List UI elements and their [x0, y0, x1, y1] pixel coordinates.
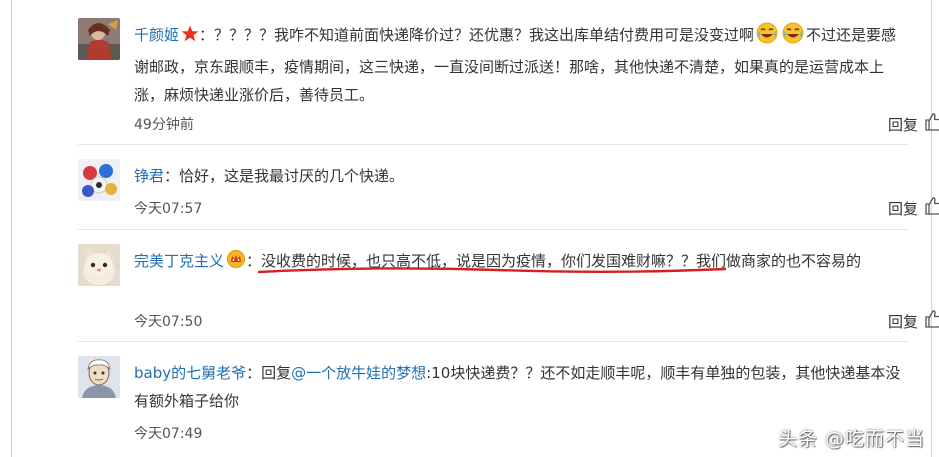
avatar[interactable]	[78, 18, 120, 60]
avatar[interactable]	[78, 159, 120, 201]
username-link[interactable]: 铮君	[134, 167, 164, 185]
username-link[interactable]: baby的七舅老爷	[134, 364, 246, 382]
comment-text: 我们做商家的也不容易的	[696, 252, 862, 270]
comment-text: ？？？？我咋不知道前面快递降价过？还优惠？我这出库单结付费用可是没变过啊	[214, 26, 755, 44]
timestamp: 今天07:49	[134, 426, 203, 442]
separator: ：	[199, 26, 215, 44]
right-border	[931, 0, 932, 457]
comment-meta: 49分钟前 回复	[134, 113, 939, 135]
comment-section: 千颜姬 ：？？？？我咋不知道前面快递降价过？还优惠？我这出库单结付费用可是没变过啊…	[0, 0, 939, 457]
laughing-tears-emoji-icon	[782, 22, 804, 53]
comment-item: 千颜姬 ：？？？？我咋不知道前面快递降价过？还优惠？我这出库单结付费用可是没变过啊…	[78, 0, 939, 145]
comment-item: 完美丁克主义 ：没收费的时候，也只高不低，说是因为疫情，你们发国难财嘛？？ 我们做商…	[78, 230, 939, 342]
comment-text-highlight: 没收费的时候，也只高不低，说是因为疫情，你们发国难财嘛？？	[261, 252, 697, 270]
comment-meta: 今天07:50 回复	[134, 310, 939, 332]
reply-button[interactable]: 回复	[888, 311, 918, 332]
watermark: 头条 @吃而不当	[777, 428, 925, 450]
separator: ：	[246, 364, 262, 382]
mention-link[interactable]: @一个放牛娃的梦想	[291, 364, 426, 382]
comment-body: baby的七舅老爷：回复@一个放牛娃的梦想:10块快递费？？还不如走顺丰呢，顺丰…	[134, 359, 906, 415]
left-border	[11, 0, 12, 457]
red-star-icon	[181, 23, 199, 51]
comment-text: 恰好，这是我最讨厌的几个快递。	[179, 167, 405, 185]
timestamp: 49分钟前	[134, 117, 194, 133]
comment-body: 完美丁克主义 ：没收费的时候，也只高不低，说是因为疫情，你们发国难财嘛？？ 我们做商…	[134, 247, 906, 277]
thumbs-up-icon[interactable]	[924, 196, 939, 220]
thumbs-up-icon[interactable]	[924, 309, 939, 333]
timestamp: 今天07:50	[134, 314, 203, 330]
avatar[interactable]	[78, 356, 120, 398]
username-link[interactable]: 完美丁克主义	[134, 252, 224, 270]
comment-item: 铮君：恰好，这是我最讨厌的几个快递。 今天07:57 回复	[78, 145, 939, 230]
comment-body: 千颜姬 ：？？？？我咋不知道前面快递降价过？还优惠？我这出库单结付费用可是没变过啊…	[134, 21, 906, 109]
username-link[interactable]: 千颜姬	[134, 26, 179, 44]
comment-body: 铮君：恰好，这是我最讨厌的几个快递。	[134, 162, 906, 190]
reply-button[interactable]: 回复	[888, 114, 918, 135]
thumbs-up-icon[interactable]	[924, 112, 939, 136]
separator: ：	[164, 167, 180, 185]
laughing-tears-emoji-icon	[756, 22, 778, 53]
crown-icon	[226, 249, 246, 277]
reply-button[interactable]: 回复	[888, 198, 918, 219]
timestamp: 今天07:57	[134, 201, 203, 217]
highlighted-text: 没收费的时候，也只高不低，说是因为疫情，你们发国难财嘛？？	[257, 247, 727, 275]
comment-meta: 今天07:57 回复	[134, 197, 939, 219]
separator: ：	[246, 252, 262, 270]
reply-prefix: 回复	[261, 364, 292, 382]
avatar[interactable]	[78, 244, 120, 286]
